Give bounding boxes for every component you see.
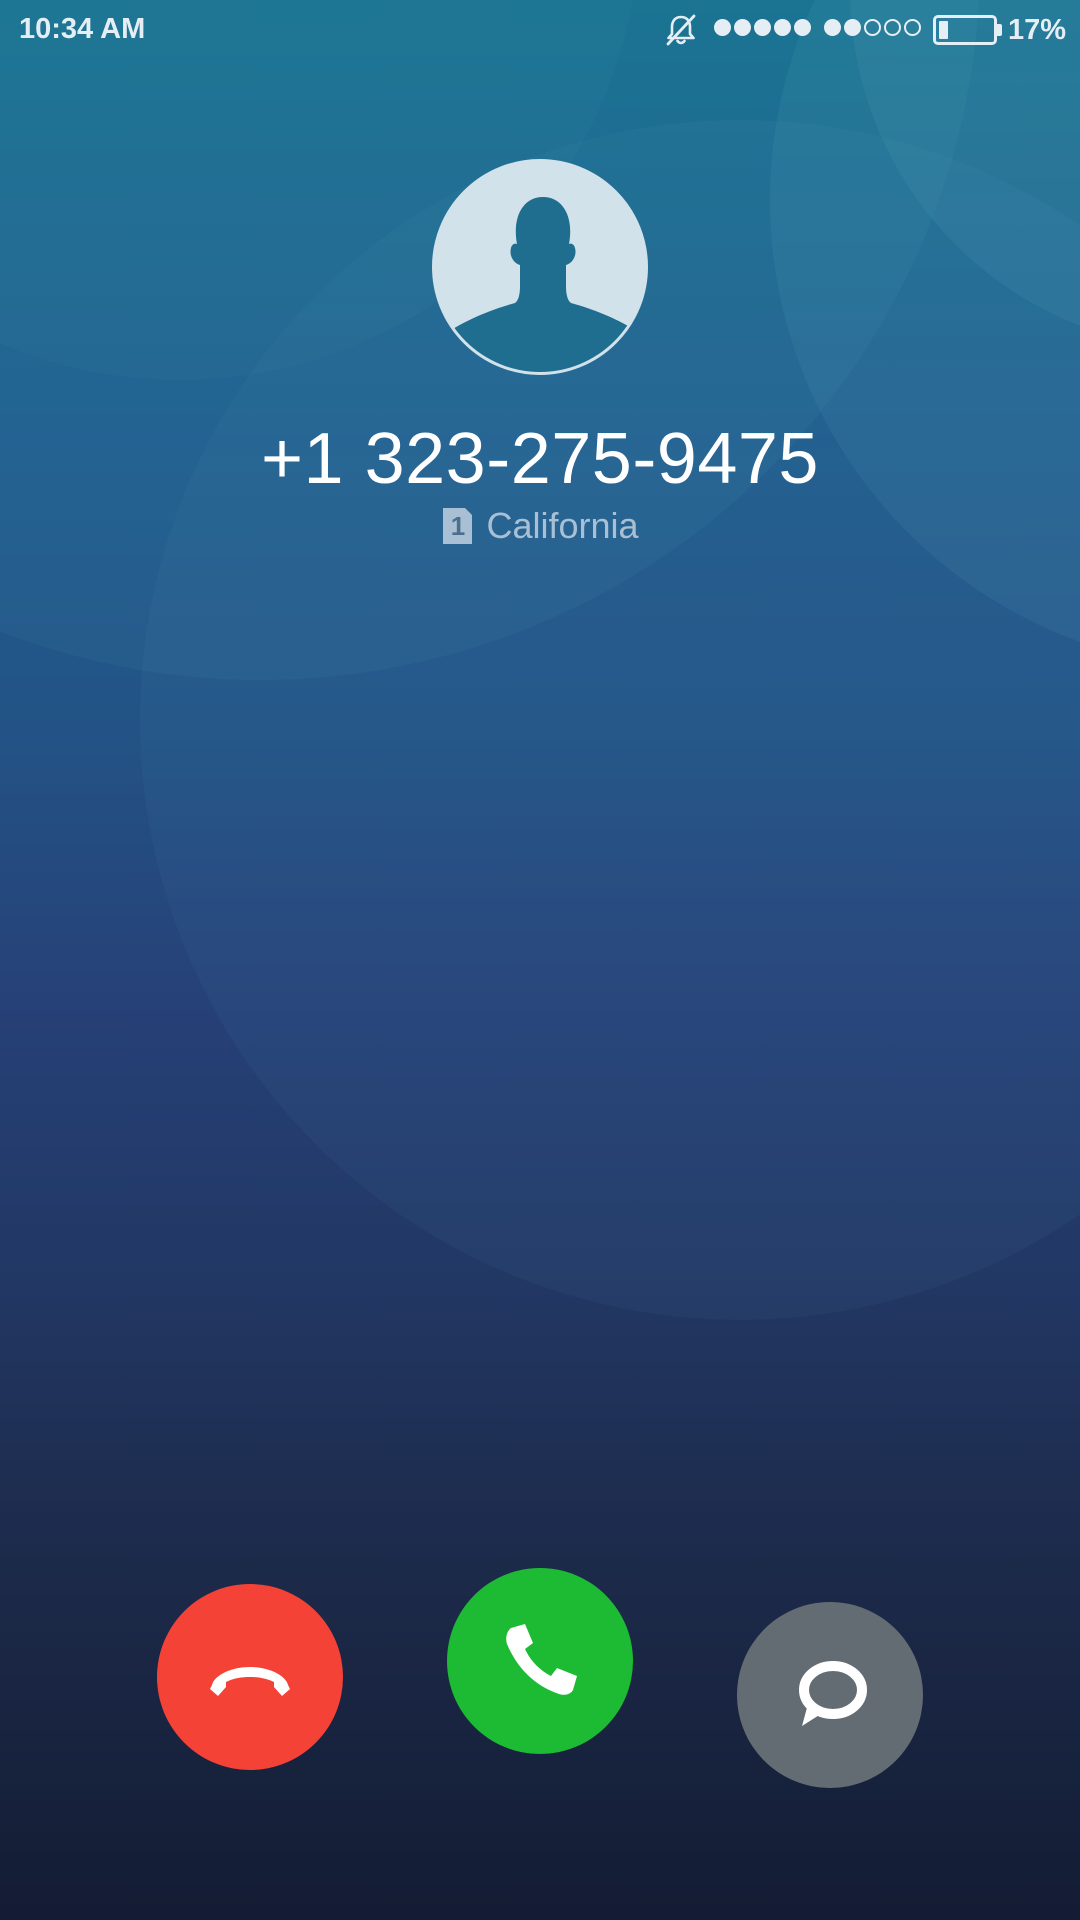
signal-dot bbox=[734, 19, 751, 36]
signal-dot bbox=[844, 19, 861, 36]
signal-dot bbox=[794, 19, 811, 36]
signal-dot bbox=[884, 19, 901, 36]
sim-number: 1 bbox=[450, 511, 466, 541]
signal-dot bbox=[864, 19, 881, 36]
status-time: 10:34 AM bbox=[19, 13, 146, 45]
sim-1-icon: 1 bbox=[441, 506, 474, 546]
decline-call-button[interactable] bbox=[157, 1584, 343, 1770]
battery-icon bbox=[933, 15, 997, 45]
battery-tip bbox=[997, 24, 1002, 36]
battery-percent: 17% bbox=[1008, 14, 1067, 46]
phone-hangup-icon bbox=[210, 1667, 290, 1696]
signal-dot bbox=[824, 19, 841, 36]
battery-fill bbox=[939, 21, 948, 39]
caller-number: +1 323-275-9475 bbox=[261, 419, 819, 499]
default-contact-avatar-icon bbox=[432, 159, 648, 375]
signal-dot bbox=[754, 19, 771, 36]
caller-location-row: 1 California bbox=[0, 505, 1080, 547]
accept-call-button[interactable] bbox=[447, 1568, 633, 1754]
caller-location: California bbox=[486, 505, 639, 546]
chat-bubble-icon bbox=[799, 1661, 867, 1726]
signal-dot bbox=[774, 19, 791, 36]
signal-dot bbox=[904, 19, 921, 36]
status-bar: 10:34 AM 17% bbox=[0, 0, 1080, 60]
reply-message-button[interactable] bbox=[737, 1602, 923, 1788]
signal-dot bbox=[714, 19, 731, 36]
phone-icon bbox=[506, 1624, 577, 1695]
sim1-signal-icon bbox=[714, 19, 811, 39]
sim2-signal-icon bbox=[824, 19, 921, 39]
bell-muted-icon bbox=[666, 14, 696, 46]
